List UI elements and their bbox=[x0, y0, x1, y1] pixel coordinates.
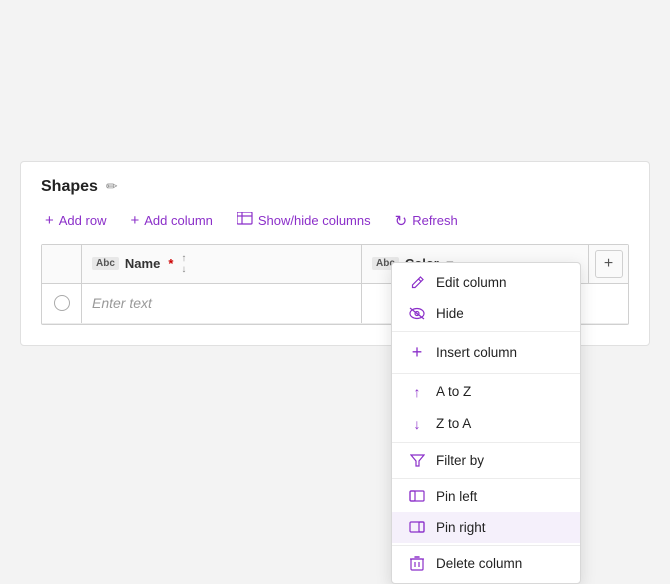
menu-item-filter-by[interactable]: Filter by bbox=[392, 445, 580, 476]
z-to-a-icon: ↓ bbox=[408, 416, 426, 432]
menu-divider-3 bbox=[392, 442, 580, 443]
menu-item-a-to-z[interactable]: ↑ A to Z bbox=[392, 376, 580, 408]
add-column-cell[interactable]: + bbox=[588, 245, 628, 283]
refresh-button[interactable]: ↻ Refresh bbox=[391, 210, 462, 232]
menu-divider-2 bbox=[392, 373, 580, 374]
delete-column-icon bbox=[408, 556, 426, 571]
menu-divider-4 bbox=[392, 478, 580, 479]
required-indicator: * bbox=[168, 256, 173, 271]
sort-asc-icon[interactable]: ↑ bbox=[181, 253, 186, 264]
pin-right-label: Pin right bbox=[436, 520, 486, 535]
menu-divider-5 bbox=[392, 545, 580, 546]
insert-column-icon: + bbox=[408, 342, 426, 363]
add-column-button[interactable]: + Add column bbox=[126, 210, 216, 231]
title-row: Shapes ✏ bbox=[41, 178, 629, 196]
a-to-z-icon: ↑ bbox=[408, 384, 426, 400]
main-card: Shapes ✏ + Add row + Add column Show/hid… bbox=[20, 161, 650, 346]
menu-item-pin-left[interactable]: Pin left bbox=[392, 481, 580, 512]
menu-item-insert-column[interactable]: + Insert column bbox=[392, 334, 580, 371]
name-column-label: Name bbox=[125, 256, 160, 271]
pin-right-icon bbox=[408, 521, 426, 533]
edit-title-icon[interactable]: ✏ bbox=[106, 178, 118, 195]
show-hide-icon bbox=[237, 212, 253, 229]
menu-item-edit-column[interactable]: Edit column bbox=[392, 267, 580, 298]
name-placeholder: Enter text bbox=[92, 295, 152, 311]
show-hide-button[interactable]: Show/hide columns bbox=[233, 210, 375, 231]
menu-item-delete-column[interactable]: Delete column bbox=[392, 548, 580, 579]
pin-left-icon bbox=[408, 490, 426, 502]
plus-icon-2: + bbox=[130, 212, 139, 229]
row-radio[interactable] bbox=[54, 295, 70, 311]
plus-icon: + bbox=[45, 212, 54, 229]
refresh-icon: ↻ bbox=[395, 212, 408, 230]
header-name-cell: Abc Name * ↑ ↓ bbox=[82, 245, 362, 283]
toolbar: + Add row + Add column Show/hide columns… bbox=[41, 210, 629, 232]
add-row-button[interactable]: + Add row bbox=[41, 210, 110, 231]
menu-item-z-to-a[interactable]: ↓ Z to A bbox=[392, 408, 580, 440]
sort-desc-icon[interactable]: ↓ bbox=[181, 264, 186, 275]
pin-left-label: Pin left bbox=[436, 489, 477, 504]
header-checkbox-cell bbox=[42, 245, 82, 283]
add-column-button-icon[interactable]: + bbox=[595, 250, 623, 278]
z-to-a-label: Z to A bbox=[436, 416, 471, 431]
menu-item-hide[interactable]: Hide bbox=[392, 298, 580, 329]
row-name-cell[interactable]: Enter text bbox=[82, 284, 362, 323]
delete-column-label: Delete column bbox=[436, 556, 522, 571]
edit-column-label: Edit column bbox=[436, 275, 507, 290]
filter-by-icon bbox=[408, 454, 426, 467]
hide-icon bbox=[408, 307, 426, 320]
hide-label: Hide bbox=[436, 306, 464, 321]
context-dropdown-menu: Edit column Hide + Insert column ↑ A to … bbox=[391, 262, 581, 584]
insert-column-label: Insert column bbox=[436, 345, 517, 360]
name-type-badge: Abc bbox=[92, 257, 119, 270]
row-checkbox-cell[interactable] bbox=[42, 284, 82, 323]
sort-icons: ↑ ↓ bbox=[181, 253, 186, 275]
edit-column-icon bbox=[408, 275, 426, 290]
menu-item-pin-right[interactable]: Pin right bbox=[392, 512, 580, 543]
menu-divider-1 bbox=[392, 331, 580, 332]
a-to-z-label: A to Z bbox=[436, 384, 471, 399]
page-title: Shapes bbox=[41, 178, 98, 196]
filter-by-label: Filter by bbox=[436, 453, 484, 468]
